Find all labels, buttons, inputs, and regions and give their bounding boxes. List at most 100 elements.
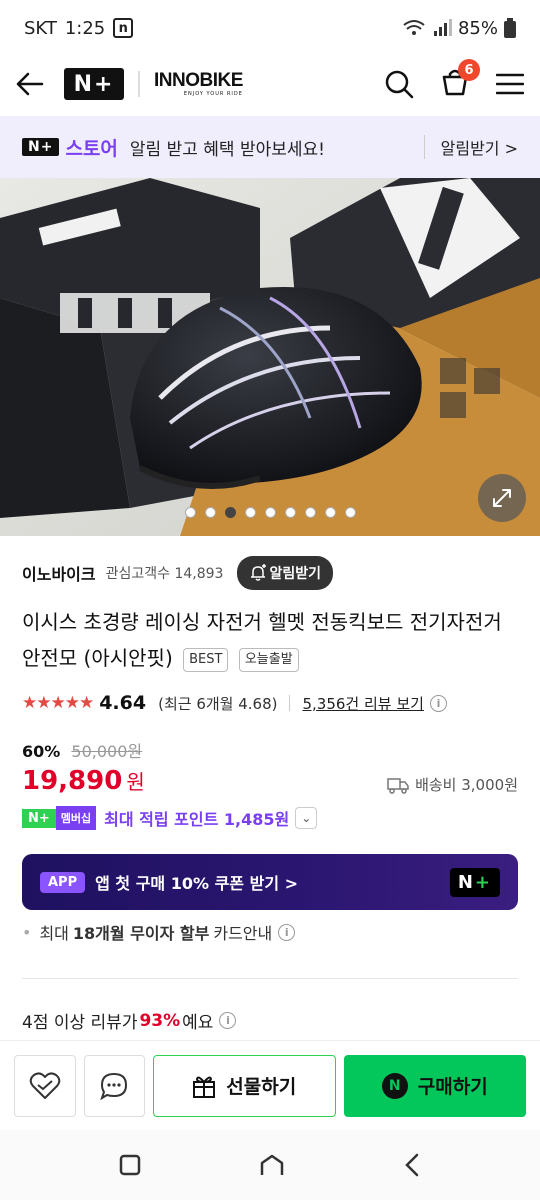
buy-button[interactable]: N 구매하기: [343, 1054, 526, 1117]
back-icon[interactable]: [402, 1152, 422, 1178]
sale-price-value: 19,890: [22, 766, 123, 796]
review-stat-percent: 93%: [139, 1010, 181, 1031]
info-icon[interactable]: i: [278, 923, 296, 941]
signal-icon: [433, 19, 452, 36]
app-coupon-banner[interactable]: APP 앱 첫 구매 10% 쿠폰 받기 > N+: [22, 854, 518, 910]
best-tag: BEST: [183, 648, 229, 672]
back-arrow-icon[interactable]: [16, 72, 44, 96]
product-image: [0, 178, 540, 536]
seller-row: 이노바이크 관심고객수 14,893 알림받기: [22, 556, 333, 590]
app-coupon-text: 앱 첫 구매 10% 쿠폰 받기 >: [95, 874, 299, 893]
review-stat: 4점 이상 리뷰가 93% 예요 i: [22, 1008, 237, 1033]
bullet: •: [22, 922, 32, 942]
gift-icon: [193, 1076, 216, 1098]
nplus-logo[interactable]: N+: [64, 68, 124, 100]
system-nav-bar: [0, 1130, 540, 1200]
recents-icon[interactable]: [118, 1153, 142, 1177]
carousel-dot[interactable]: [324, 507, 336, 518]
shipping-fee: 배송비 3,000원: [415, 776, 518, 794]
gift-button[interactable]: 선물하기: [153, 1054, 336, 1117]
chat-icon: [100, 1072, 128, 1100]
store-label: 스토어: [65, 137, 118, 160]
same-day-shipping-tag: 오늘출발: [238, 648, 299, 672]
sale-price: 19,890 원: [22, 766, 145, 796]
rating-divider: [289, 695, 291, 711]
nplus-store-badge: N+: [22, 138, 60, 156]
chat-button[interactable]: [83, 1054, 145, 1117]
search-icon[interactable]: [384, 69, 414, 99]
shipping-info: 배송비 3,000원: [387, 774, 518, 795]
original-price: 50,000원: [71, 742, 143, 761]
top-nav: N+ INNOBIKE ENJOY YOUR RIDE 6: [0, 56, 540, 112]
points-row[interactable]: N+ 멤버십 최대 적립 포인트 1,485원 ⌄: [22, 806, 318, 830]
status-bar: SKT 1:25 n 85%: [0, 0, 540, 56]
notification-banner[interactable]: N+ 스토어 알림 받고 혜택 받아보세요! 알림받기 >: [0, 116, 540, 178]
wishlist-button[interactable]: [14, 1054, 76, 1117]
installment-suffix: 카드안내: [213, 924, 273, 943]
carousel-dot[interactable]: [204, 507, 216, 518]
rating-row: ★★★★★ 4.64 (최근 6개월 4.68) 5,356건 리뷰 보기 i: [22, 692, 447, 714]
logo-divider: [138, 71, 140, 97]
currency-unit: 원: [126, 770, 145, 794]
carrier-label: SKT: [24, 17, 57, 39]
chevron-down-icon[interactable]: ⌄: [295, 807, 318, 829]
expand-image-button[interactable]: [478, 474, 526, 522]
carousel-dot[interactable]: [224, 507, 236, 518]
brand-logo[interactable]: INNOBIKE ENJOY YOUR RIDE: [154, 71, 243, 97]
installment-info[interactable]: • 최대 18개월 무이자 할부 카드안내 i: [22, 920, 296, 944]
nplus-membership-icon: N+: [22, 808, 56, 828]
installment-prefix: 최대: [39, 924, 69, 943]
carousel-dot[interactable]: [264, 507, 276, 518]
rating-score: 4.64: [99, 692, 147, 714]
product-title-block: 이시스 초경량 레이싱 자전거 헬멧 전동킥보드 전기자전거 안전모 (아시안핏…: [22, 604, 522, 676]
follow-alert-button[interactable]: 알림받기: [237, 556, 333, 590]
discount-percent: 60%: [22, 742, 61, 761]
expand-icon: [493, 489, 511, 507]
brand-tagline: ENJOY YOUR RIDE: [183, 91, 243, 97]
seller-name[interactable]: 이노바이크: [22, 561, 96, 585]
subscribe-alert-link[interactable]: 알림받기 >: [441, 135, 518, 159]
clock: 1:25: [64, 17, 106, 39]
installment-highlight: 18개월 무이자 할부: [72, 924, 210, 943]
carousel-dot[interactable]: [184, 507, 196, 518]
app-badge: APP: [40, 871, 86, 893]
carousel-dot[interactable]: [344, 507, 356, 518]
banner-message: 알림 받고 혜택 받아보세요!: [129, 139, 325, 160]
cart-count-badge: 6: [458, 59, 480, 81]
carousel-dot[interactable]: [304, 507, 316, 518]
review-stat-prefix: 4점 이상 리뷰가: [22, 1013, 138, 1033]
recent-rating: (최근 6개월 4.68): [158, 694, 278, 713]
star-rating: ★★★★★: [22, 693, 94, 713]
truck-icon: [387, 777, 409, 794]
bell-plus-icon: [251, 564, 267, 581]
nplus-app-logo: N+: [449, 867, 500, 897]
buy-label: 구매하기: [417, 1076, 488, 1098]
product-image-carousel[interactable]: [0, 178, 540, 536]
carousel-dot[interactable]: [284, 507, 296, 518]
menu-icon[interactable]: [496, 72, 524, 96]
info-icon[interactable]: i: [219, 1012, 237, 1029]
membership-badge: 멤버십: [55, 806, 97, 830]
notification-icon: n: [113, 18, 134, 38]
discount-row: 60% 50,000원: [22, 738, 142, 762]
follower-count: 관심고객수 14,893: [105, 566, 224, 582]
home-icon[interactable]: [259, 1153, 285, 1177]
gift-label: 선물하기: [226, 1076, 297, 1098]
battery-icon: [504, 18, 516, 38]
battery-percent: 85%: [457, 17, 498, 39]
brand-name: INNOBIKE: [154, 70, 243, 91]
bottom-action-bar: 선물하기 N 구매하기: [0, 1040, 540, 1130]
section-divider: [22, 978, 518, 979]
heart-check-icon: [29, 1071, 60, 1099]
naver-pay-icon: N: [381, 1072, 408, 1099]
info-icon[interactable]: i: [429, 694, 447, 712]
banner-divider: [423, 135, 425, 159]
cart-button[interactable]: 6: [440, 59, 480, 101]
review-link[interactable]: 5,356건 리뷰 보기: [302, 693, 423, 714]
max-points: 최대 적립 포인트 1,485원: [104, 810, 290, 829]
review-stat-suffix: 예요: [182, 1013, 214, 1033]
wifi-icon: [403, 20, 425, 35]
carousel-indicator: [0, 507, 540, 518]
follow-alert-label: 알림받기: [269, 566, 321, 582]
carousel-dot[interactable]: [244, 507, 256, 518]
